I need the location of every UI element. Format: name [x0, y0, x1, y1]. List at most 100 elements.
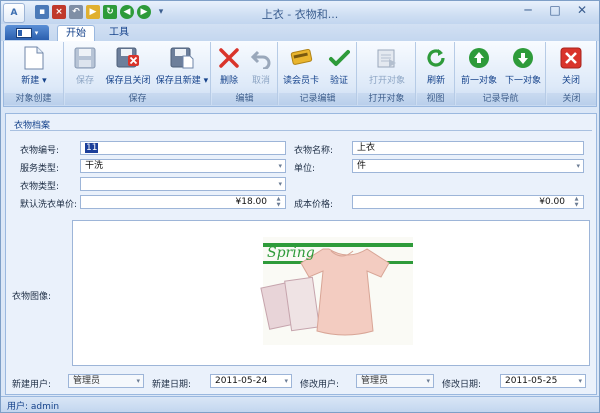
create-user-label: 新建用户:: [12, 380, 52, 390]
maximize-icon[interactable]: □: [542, 2, 568, 20]
chevron-down-icon[interactable]: ▾: [284, 376, 288, 387]
save-close-label: 保存且关闭: [105, 76, 151, 86]
tab-tools[interactable]: 工具: [101, 25, 137, 41]
chevron-down-icon[interactable]: ▾: [278, 179, 282, 190]
spinner-icon[interactable]: ▲ ▼: [274, 196, 283, 208]
ribbon: 新建 ▾ 对象创建 保存 保存且关闭 保存且新建 ▾ 保存 删除 取消 编辑 读…: [3, 41, 597, 107]
default-price-label: 默认洗衣单价:: [20, 200, 78, 210]
refresh-label: 刷新: [426, 76, 445, 86]
read-card-button[interactable]: 读会员卡: [281, 45, 321, 91]
create-date-value: 2011-05-24: [215, 376, 268, 386]
clothes-type-select[interactable]: ▾: [80, 177, 286, 191]
next-object-button[interactable]: 下一对象: [502, 45, 544, 91]
refresh-arrow-icon: [424, 46, 448, 70]
undo-arrow-icon: [249, 46, 273, 70]
group-object-create: 新建 ▾ 对象创建: [4, 42, 64, 105]
prev-object-label: 前一对象: [460, 76, 497, 86]
group-label-record-edit: 记录编辑: [279, 93, 356, 105]
delete-x-icon: [217, 46, 241, 70]
cancel-label: 取消: [251, 76, 270, 86]
code-value: 11: [85, 143, 99, 153]
modify-date-label: 修改日期:: [442, 380, 482, 390]
down-arrow-icon: [511, 46, 535, 70]
modify-user-label: 修改用户:: [300, 380, 340, 390]
window-title: 上衣 - 衣物和...: [261, 8, 339, 21]
modify-date-value: 2011-05-25: [505, 376, 558, 386]
open-object-button[interactable]: 打开对象: [362, 45, 412, 91]
service-type-value: 干洗: [85, 161, 104, 171]
group-record-edit: 读会员卡 验证 记录编辑: [279, 42, 357, 105]
prev-object-button[interactable]: 前一对象: [458, 45, 500, 91]
save-new-label: 保存且新建: [155, 76, 201, 86]
close-label: 关闭: [561, 76, 580, 86]
group-view: 刷新 视图: [417, 42, 455, 105]
create-date-label: 新建日期:: [152, 380, 192, 390]
checkmark-icon: [327, 46, 351, 70]
service-type-label: 服务类型:: [20, 164, 60, 174]
save-new-icon: [170, 46, 194, 70]
default-price-field[interactable]: ¥18.00 ▲ ▼: [80, 195, 286, 209]
group-open-object: 打开对象 打开对象: [358, 42, 416, 105]
spring-text: Spring: [267, 245, 315, 261]
spinner-icon[interactable]: ▲ ▼: [572, 196, 581, 208]
new-button[interactable]: 新建 ▾: [10, 45, 58, 91]
image-label: 衣物图像:: [12, 292, 52, 302]
unit-label: 单位:: [294, 164, 316, 174]
unit-select[interactable]: 件 ▾: [352, 159, 584, 173]
save-button-label: 保存: [75, 76, 94, 86]
chevron-down-icon[interactable]: ▾: [426, 376, 430, 387]
group-label-close: 关闭: [547, 93, 596, 105]
create-user-select[interactable]: 管理员 ▾: [68, 374, 144, 388]
modify-date-field[interactable]: 2011-05-25 ▾: [500, 374, 586, 388]
close-window-icon[interactable]: ✕: [569, 2, 595, 20]
app-window: A ▪ × ↶ ▶ ↻ ◀ ▶ ▾ 上衣 - 衣物和... ─ □ ✕ ▾ 开始…: [0, 0, 600, 413]
cost-price-field[interactable]: ¥0.00 ▲ ▼: [352, 195, 584, 209]
group-label-view: 视图: [417, 93, 454, 105]
name-label: 衣物名称:: [294, 146, 334, 156]
up-arrow-icon: [467, 46, 491, 70]
delete-button[interactable]: 删除: [214, 45, 244, 91]
service-type-select[interactable]: 干洗 ▾: [80, 159, 286, 173]
clothes-image: Spring: [260, 237, 413, 345]
next-object-label: 下一对象: [504, 76, 541, 86]
member-card-icon: [289, 46, 313, 70]
chevron-down-icon[interactable]: ▾: [578, 376, 582, 387]
code-field[interactable]: 11: [80, 141, 286, 155]
create-date-field[interactable]: 2011-05-24 ▾: [210, 374, 292, 388]
chevron-down-icon[interactable]: ▾: [278, 161, 282, 172]
cost-price-label: 成本价格:: [294, 200, 334, 210]
modify-user-select[interactable]: 管理员 ▾: [356, 374, 434, 388]
close-red-icon: [559, 46, 583, 70]
group-save: 保存 保存且关闭 保存且新建 ▾ 保存: [65, 42, 211, 105]
group-close: 关闭 关闭: [547, 42, 596, 105]
group-label-edit: 编辑: [212, 93, 277, 105]
chevron-down-icon[interactable]: ▾: [136, 376, 140, 387]
ribbon-tab-strip: ▾ 开始 工具: [1, 24, 599, 41]
name-field[interactable]: 上衣: [352, 141, 584, 155]
minimize-icon[interactable]: ─: [515, 2, 541, 20]
clothes-image-box[interactable]: Spring: [72, 220, 590, 366]
app-menu-button[interactable]: ▾: [5, 25, 49, 40]
close-button[interactable]: 关闭: [555, 45, 587, 91]
refresh-button[interactable]: 刷新: [420, 45, 452, 91]
chevron-down-icon[interactable]: ▾: [576, 161, 580, 172]
code-label: 衣物编号:: [20, 146, 60, 156]
section-title: 衣物档案: [14, 121, 51, 131]
new-document-icon: [22, 46, 46, 70]
clothes-type-label: 衣物类型:: [20, 182, 60, 192]
cancel-button[interactable]: 取消: [246, 45, 276, 91]
verify-button[interactable]: 验证: [323, 45, 355, 91]
form-panel: 衣物档案 衣物编号: 11 衣物名称: 上衣 服务类型: 干洗 ▾ 单位: 件 ▾ …: [5, 113, 597, 395]
save-new-button[interactable]: 保存且新建 ▾: [155, 45, 209, 91]
title-bar: A ▪ × ↶ ▶ ↻ ◀ ▶ ▾ 上衣 - 衣物和... ─ □ ✕: [1, 1, 599, 24]
save-close-button[interactable]: 保存且关闭: [103, 45, 153, 91]
group-label-record-nav: 记录导航: [456, 93, 545, 105]
save-close-icon: [116, 46, 140, 70]
create-user-value: 管理员: [73, 376, 101, 386]
unit-value: 件: [357, 161, 367, 171]
tab-home[interactable]: 开始: [57, 25, 95, 41]
group-edit: 删除 取消 编辑: [212, 42, 278, 105]
open-object-label: 打开对象: [368, 76, 405, 86]
save-button[interactable]: 保存: [67, 45, 103, 91]
default-price-value: ¥18.00: [235, 197, 268, 207]
